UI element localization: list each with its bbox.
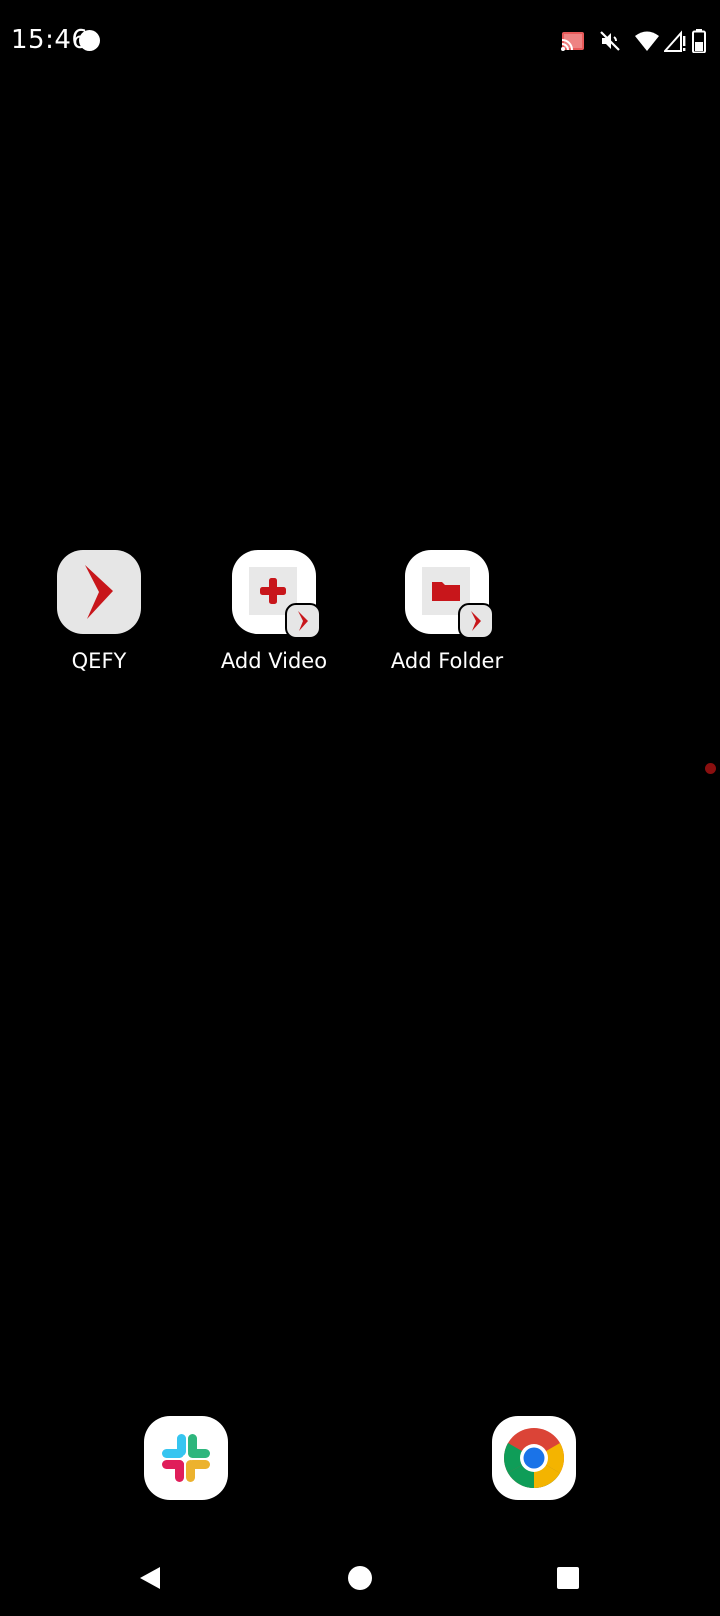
shortcut-label: Add Folder [390, 649, 504, 673]
shortcut-qefy[interactable]: QEFY [14, 550, 184, 680]
chrome-icon[interactable] [492, 1416, 576, 1500]
shortcut-add-folder[interactable]: Add Folder [362, 550, 532, 680]
shortcut-add-video[interactable]: Add Video [189, 550, 359, 680]
qefy-badge-icon [285, 603, 321, 639]
back-icon[interactable] [110, 1540, 190, 1616]
navigation-bar [0, 1540, 720, 1616]
add-video-shortcut-icon [232, 550, 321, 639]
edge-indicator-dot [705, 763, 716, 774]
wifi-icon [634, 30, 660, 52]
add-folder-shortcut-icon [405, 550, 494, 639]
shortcut-label: QEFY [71, 649, 127, 673]
signal-no-sim-icon [664, 30, 686, 52]
qefy-app-icon [57, 550, 141, 634]
shortcut-label: Add Video [220, 649, 328, 673]
notification-dot-icon [79, 30, 100, 51]
recents-icon[interactable] [528, 1540, 608, 1616]
folder-icon [432, 582, 460, 601]
home-screen: 15:46 QEFY Add Video Add Folder [0, 0, 720, 1616]
qefy-badge-icon [458, 603, 494, 639]
status-bar: 15:46 [0, 0, 720, 82]
battery-icon [692, 29, 706, 53]
slack-icon[interactable] [144, 1416, 228, 1500]
status-time: 15:46 [11, 25, 89, 55]
vibrate-mute-icon [598, 29, 622, 53]
cast-icon [560, 30, 586, 52]
status-icons [548, 28, 706, 54]
home-icon[interactable] [320, 1540, 400, 1616]
plus-icon [260, 578, 286, 604]
